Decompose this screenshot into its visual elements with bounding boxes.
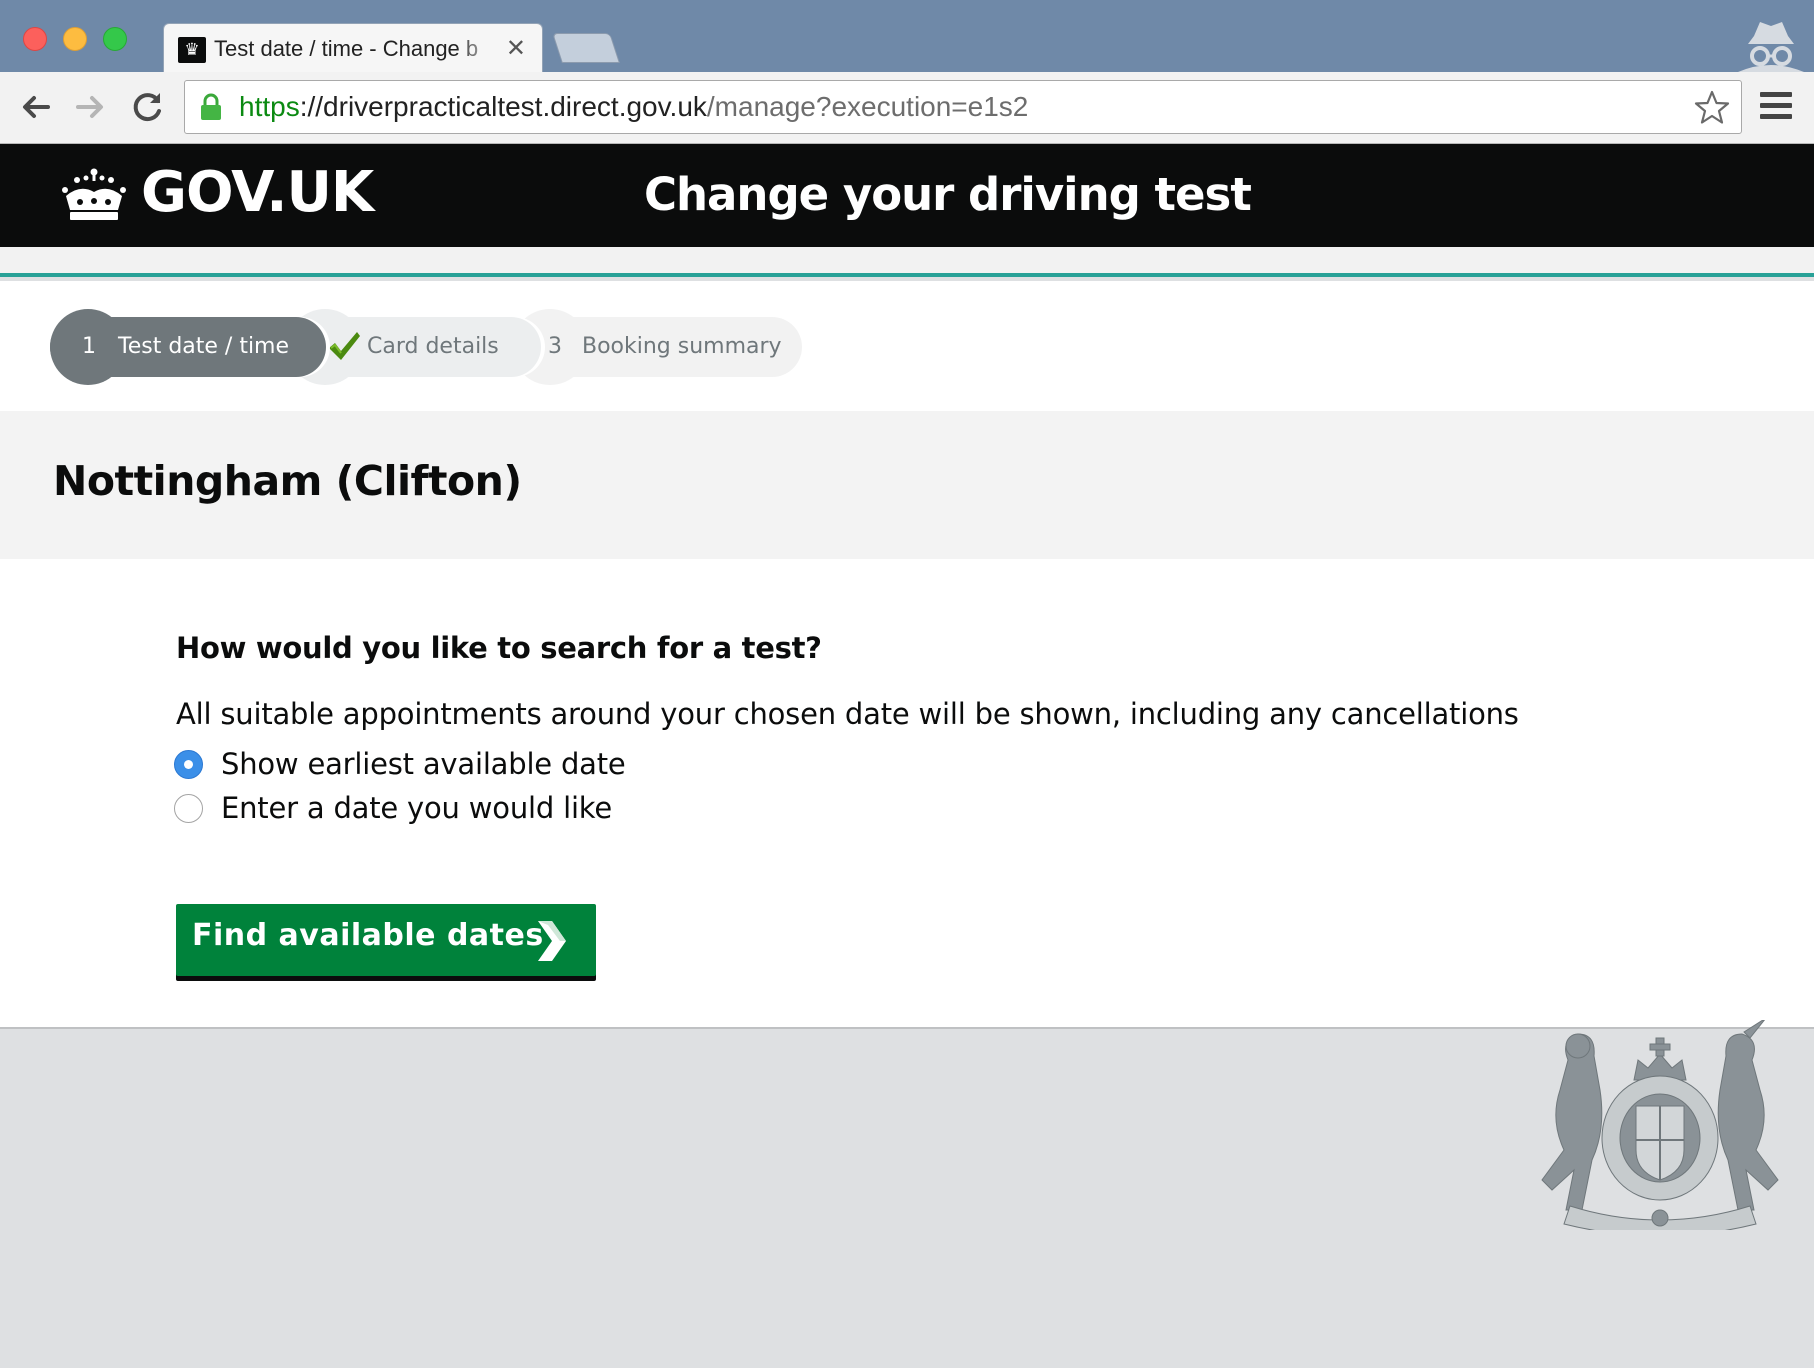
step-label: Test date / time	[118, 334, 290, 359]
header-accent-strip	[0, 247, 1814, 277]
url-path: /manage?execution=e1s2	[706, 91, 1029, 122]
step-card-details: Card details	[287, 309, 541, 385]
step-label: Booking summary	[582, 334, 782, 359]
checkmark-icon	[329, 332, 360, 360]
maximize-window-button[interactable]	[103, 27, 127, 51]
govuk-logo-text[interactable]: GOV.UK	[141, 160, 374, 225]
star-icon[interactable]	[1693, 89, 1731, 127]
radio-label[interactable]: Show earliest available date	[221, 747, 626, 781]
step-label: Card details	[367, 334, 499, 359]
chevron-right-icon	[538, 921, 566, 961]
search-form: How would you like to search for a test?…	[0, 559, 1814, 1029]
forward-arrow-icon[interactable]	[70, 87, 110, 127]
radio-option-earliest-date[interactable]: Show earliest available date	[174, 744, 626, 784]
service-name[interactable]: Change your driving test	[644, 168, 1252, 221]
royal-coat-of-arms-icon	[1541, 1020, 1779, 1230]
browser-tab-active[interactable]: ♛ Test date / time - Change b ✕	[163, 23, 543, 73]
tab-close-icon[interactable]: ✕	[506, 34, 526, 62]
lock-icon	[201, 93, 221, 120]
browser-window: ♛ Test date / time - Change b ✕ https://…	[0, 0, 1814, 1368]
crown-favicon-icon: ♛	[178, 37, 206, 63]
progress-steps: 3 Booking summary Card details 1 Test date…	[0, 281, 1814, 411]
url-scheme: https	[239, 91, 300, 122]
test-centre-band: Nottingham (Clifton)	[0, 411, 1814, 559]
step-number: 1	[82, 334, 96, 359]
minimize-window-button[interactable]	[63, 27, 87, 51]
step-test-date-time: 1 Test date / time	[50, 309, 326, 385]
radio-button-enter-date[interactable]	[174, 793, 203, 823]
radio-label[interactable]: Enter a date you would like	[221, 791, 612, 825]
radio-option-enter-date[interactable]: Enter a date you would like	[174, 788, 612, 828]
reload-icon[interactable]	[127, 87, 167, 127]
url-host: driverpracticaltest.direct.gov.uk	[323, 91, 707, 122]
tab-title: Test date / time - Change b	[214, 36, 479, 61]
close-window-button[interactable]	[23, 27, 47, 51]
step-booking-summary: 3 Booking summary	[512, 309, 802, 385]
form-hint: All suitable appointments around your ch…	[176, 697, 1519, 731]
browser-titlebar: ♛ Test date / time - Change b ✕	[0, 0, 1814, 73]
radio-button-earliest-date[interactable]	[174, 749, 203, 779]
govuk-header: GOV.UK Change your driving test	[0, 144, 1814, 247]
test-centre-name: Nottingham (Clifton)	[53, 457, 522, 505]
new-tab-button[interactable]	[552, 33, 620, 63]
find-available-dates-button[interactable]: Find available dates	[176, 904, 596, 976]
url-text[interactable]: https://driverpracticaltest.direct.gov.u…	[239, 91, 1028, 123]
step-number: 3	[548, 334, 562, 359]
crown-logo-icon[interactable]	[60, 168, 128, 222]
incognito-icon	[1728, 14, 1814, 72]
form-question: How would you like to search for a test?	[176, 631, 822, 665]
browser-toolbar: https://driverpracticaltest.direct.gov.u…	[0, 72, 1814, 144]
hamburger-menu-icon[interactable]	[1760, 92, 1792, 122]
back-arrow-icon[interactable]	[16, 87, 56, 127]
url-separator: ://	[299, 91, 324, 122]
button-label: Find available dates	[192, 918, 544, 953]
address-bar[interactable]: https://driverpracticaltest.direct.gov.u…	[184, 80, 1742, 134]
